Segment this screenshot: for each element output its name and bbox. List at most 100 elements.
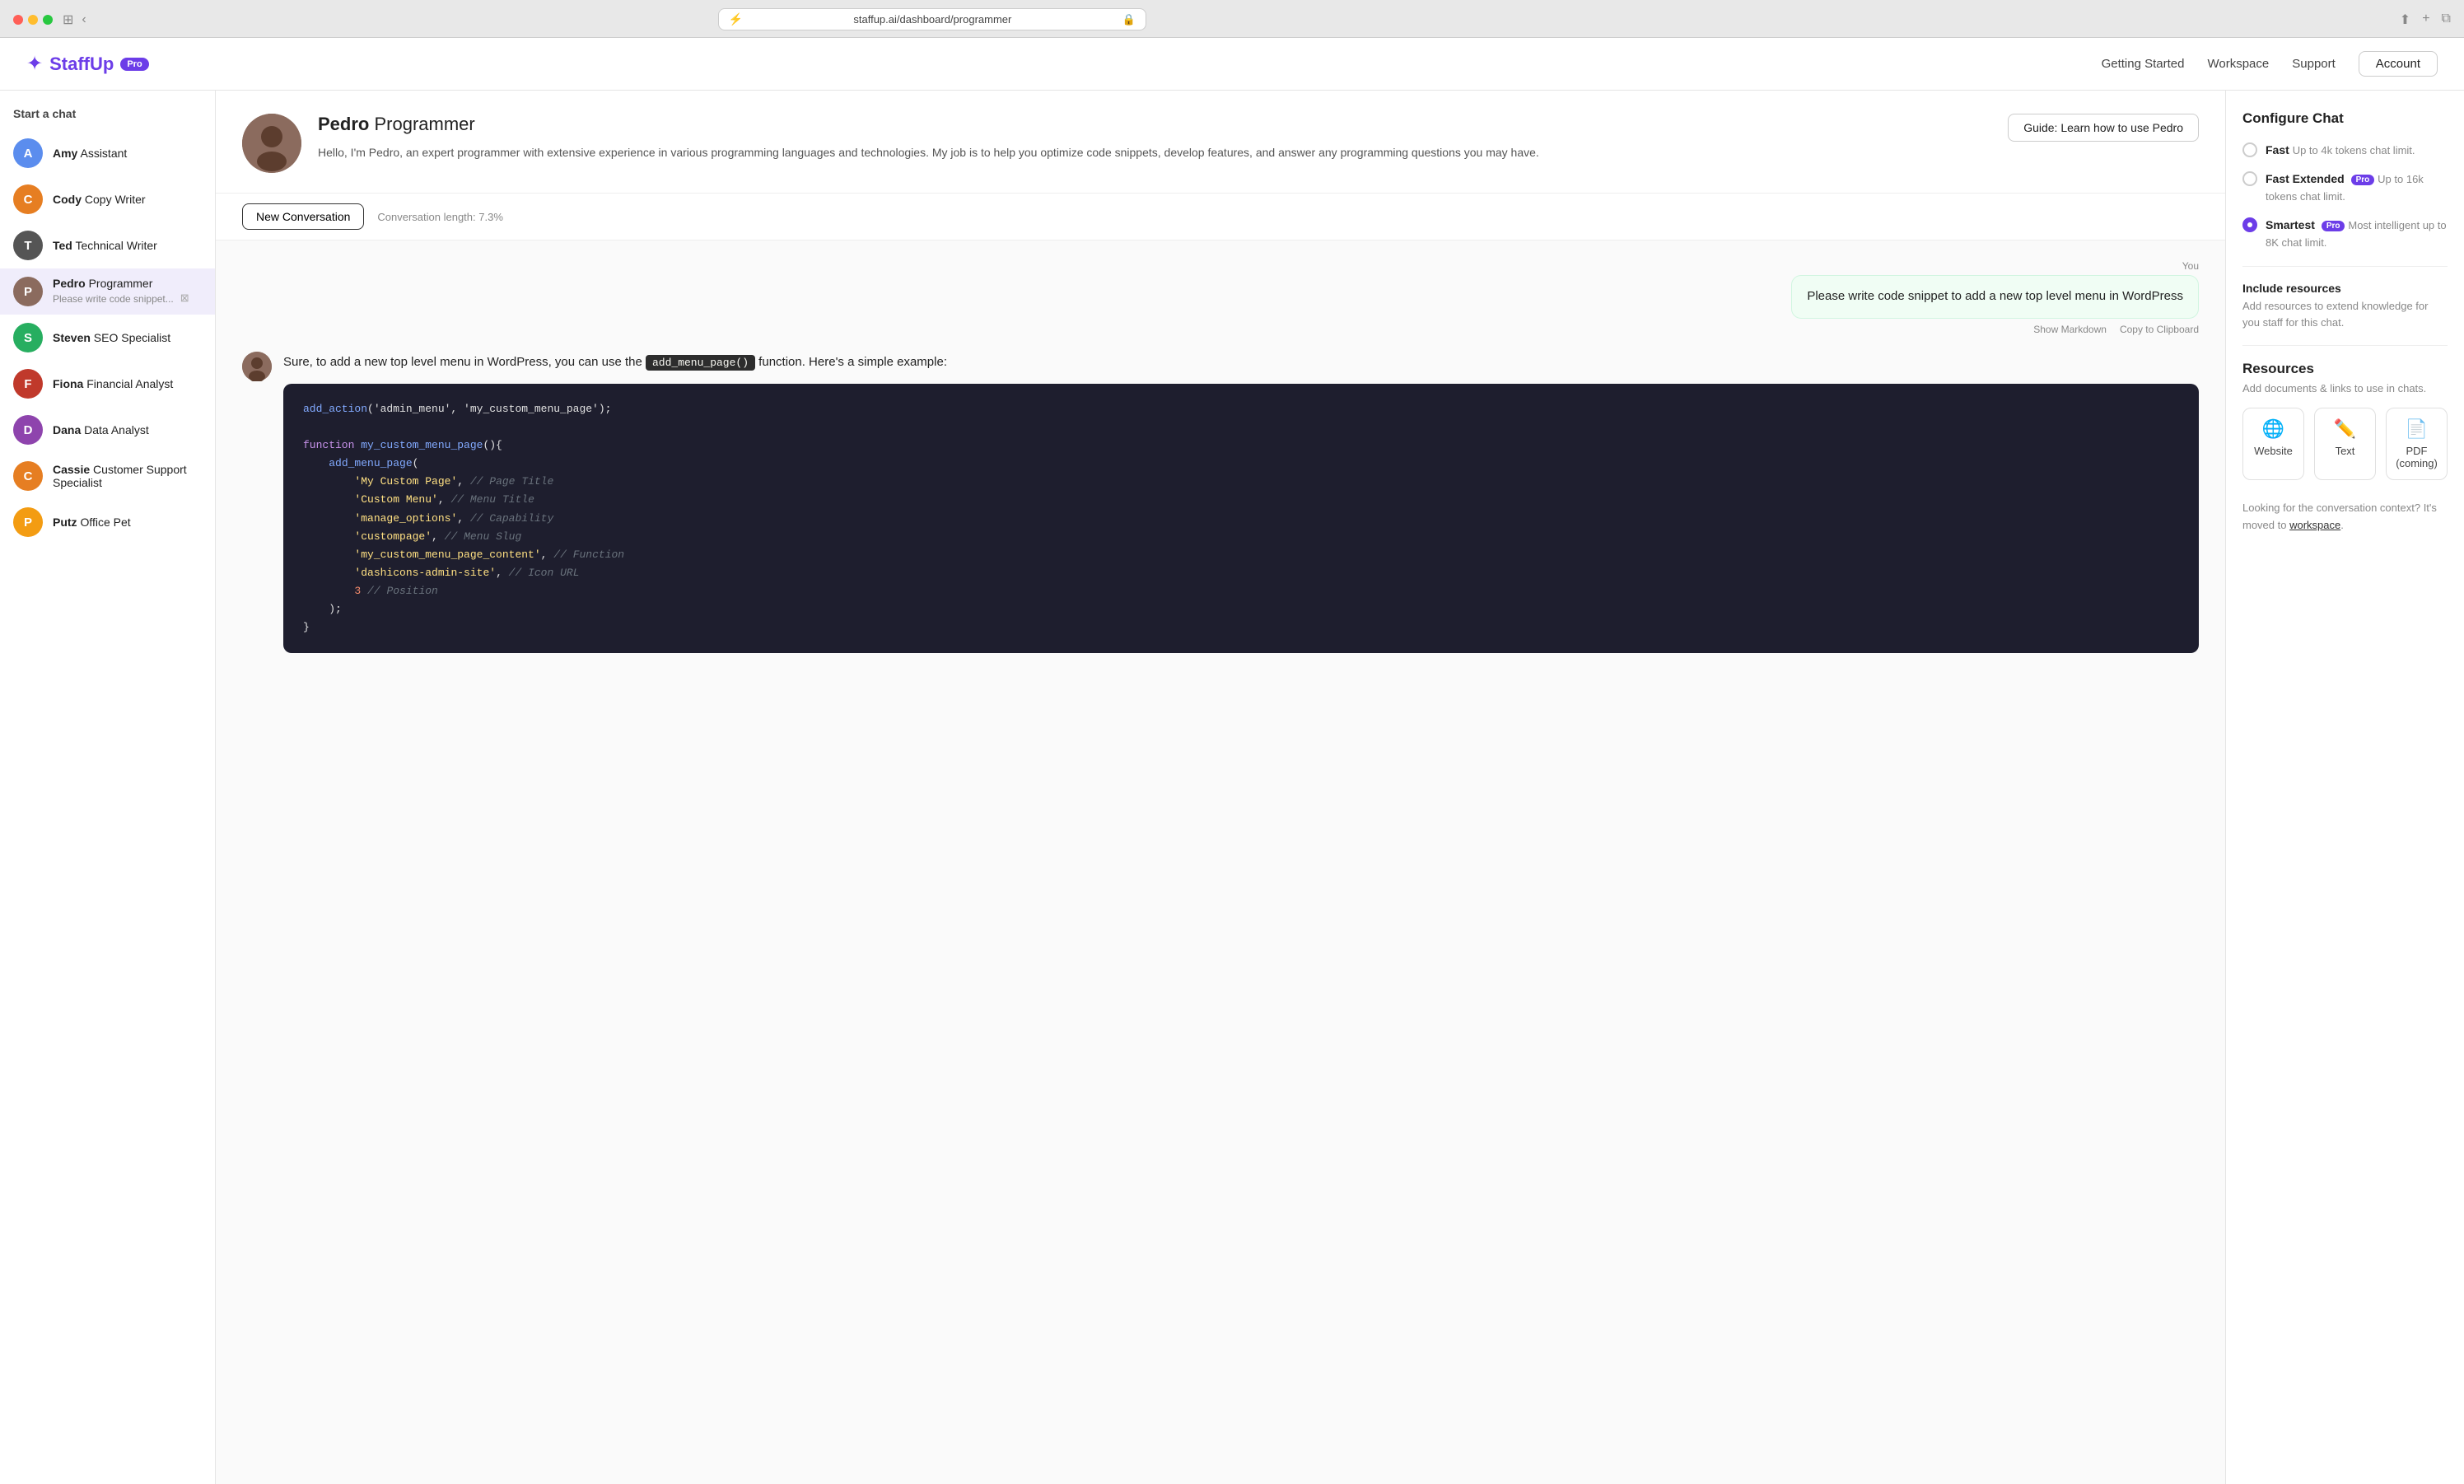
agent-info: Pedro Programmer Hello, I'm Pedro, an ex… [318,114,1991,161]
agent-guide-button[interactable]: Guide: Learn how to use Pedro [2008,114,2199,142]
radio-option-fast_extended[interactable]: Fast Extended Pro Up to 16k tokens chat … [2242,170,2448,205]
sidebar-item-text-cody: Cody Copy Writer [53,193,202,206]
sidebar-item-name-putz: Putz Office Pet [53,516,202,529]
radio-option-smartest[interactable]: Smartest Pro Most intelligent up to 8K c… [2242,217,2448,251]
nav-links: Getting Started Workspace Support Accoun… [2102,51,2438,77]
sidebar-item-cassie[interactable]: C Cassie Customer Support Specialist [0,453,215,499]
sidebar-item-text-fiona: Fiona Financial Analyst [53,377,202,390]
pdf-label: PDF (coming) [2393,445,2440,469]
sidebar-item-putz[interactable]: PPutz Office Pet [0,499,215,545]
sidebar-item-cody[interactable]: C Cody Copy Writer [0,176,215,222]
maximize-button[interactable] [43,15,53,25]
avatar-pedro: P [13,277,43,306]
workspace-link[interactable]: workspace [2289,519,2340,531]
nav-support[interactable]: Support [2292,57,2336,71]
nav-getting-started[interactable]: Getting Started [2102,57,2185,71]
sidebar-items-list: A Amy Assistant C Cody Copy Writer T Ted Tech… [0,130,215,545]
user-bubble: Please write code snippet to add a new t… [1791,275,2199,319]
back-icon[interactable]: ‹ [82,12,86,27]
messages-area: You Please write code snippet to add a n… [216,240,2225,1484]
add-tab-icon[interactable]: + [2422,12,2429,28]
avatar-cassie: C [13,461,43,491]
sidebar-item-text-cassie: Cassie Customer Support Specialist [53,463,202,489]
radio-label-fast: Fast Up to 4k tokens chat limit. [2266,142,2415,159]
avatar-fiona: F [13,369,43,399]
sidebar-item-text-pedro: Pedro ProgrammerPlease write code snippe… [53,277,202,306]
sidebar-item-text-amy: Amy Assistant [53,147,202,160]
sidebar-item-name-dana: Dana Data Analyst [53,423,202,436]
sidebar-item-amy[interactable]: A Amy Assistant [0,130,215,176]
sidebar: Start a chat A Amy Assistant C Cody Copy Wr… [0,91,216,1484]
radio-circle-fast [2242,142,2257,157]
text-label: Text [2336,445,2355,457]
message-actions: Show Markdown Copy to Clipboard [2033,324,2199,335]
close-button[interactable] [13,15,23,25]
conversation-length: Conversation length: 7.3% [377,211,502,223]
sidebar-toggle-icon[interactable]: ⊞ [63,12,73,28]
sidebar-item-text-ted: Ted Technical Writer [53,239,202,252]
sidebar-item-name-cassie: Cassie Customer Support Specialist [53,463,202,489]
logo-text: StaffUp [49,54,114,75]
agent-msg-avatar [242,352,272,381]
radio-label-fast_extended: Fast Extended Pro Up to 16k tokens chat … [2266,170,2448,205]
workspace-note-end: . [2340,519,2344,531]
avatar-cody: C [13,184,43,214]
panel-divider-1 [2242,266,2448,267]
avatar-ted: T [13,231,43,260]
show-markdown-button[interactable]: Show Markdown [2033,324,2107,335]
pro-badge: Pro [120,58,148,71]
agent-description: Hello, I'm Pedro, an expert programmer w… [318,143,1991,161]
sidebar-item-pedro[interactable]: P Pedro ProgrammerPlease write code snipp… [0,268,215,315]
right-panel: Configure Chat Fast Up to 4k tokens chat… [2225,91,2464,1484]
sidebar-item-preview-row-pedro: Please write code snippet...⊠ [53,290,202,306]
avatar-dana: D [13,415,43,445]
website-icon: 🌐 [2262,418,2284,440]
include-resources-title: Include resources [2242,282,2448,295]
agent-avatar [242,114,301,173]
radio-circle-fast_extended [2242,171,2257,186]
sidebar-item-text-steven: Steven SEO Specialist [53,331,202,344]
agent-header: Pedro Programmer Hello, I'm Pedro, an ex… [216,91,2225,194]
resource-btn-website[interactable]: 🌐 Website [2242,408,2304,480]
user-message-wrapper: You Please write code snippet to add a n… [242,260,2199,335]
nav-workspace[interactable]: Workspace [2207,57,2269,71]
avatar-amy: A [13,138,43,168]
sidebar-item-fiona[interactable]: F Fiona Financial Analyst [0,361,215,407]
logo-bold: Staff [49,54,90,74]
address-bar[interactable]: ⚡ staffup.ai/dashboard/programmer 🔒 [718,8,1146,30]
sidebar-item-text-dana: Dana Data Analyst [53,423,202,436]
sidebar-item-steven[interactable]: SSteven SEO Specialist [0,315,215,361]
logo-icon: ✦ [26,52,43,76]
minimize-button[interactable] [28,15,38,25]
sidebar-item-dana[interactable]: D Dana Data Analyst [0,407,215,453]
new-conversation-button[interactable]: New Conversation [242,203,364,230]
app-header: ✦ StaffUp Pro Getting Started Workspace … [0,38,2464,91]
inline-code: add_menu_page() [646,355,755,371]
sidebar-item-ted[interactable]: T Ted Technical Writer [0,222,215,268]
sidebar-item-name-fiona: Fiona Financial Analyst [53,377,202,390]
agent-name-bold: Pedro [318,114,369,134]
lock-icon: 🔒 [1122,13,1136,26]
resource-btn-pdf[interactable]: 📄 PDF (coming) [2386,408,2448,480]
tabs-icon[interactable]: ⧉ [2442,12,2451,28]
agent-name: Pedro Programmer [318,114,1991,135]
radio-options: Fast Up to 4k tokens chat limit. Fast Ext… [2242,142,2448,251]
agent-message-wrapper: Sure, to add a new top level menu in Wor… [242,352,2199,654]
pdf-icon: 📄 [2406,418,2428,440]
copy-clipboard-button[interactable]: Copy to Clipboard [2120,324,2199,335]
user-label: You [2182,260,2199,272]
logo-area: ✦ StaffUp Pro [26,52,149,76]
sidebar-heading: Start a chat [0,91,215,130]
traffic-lights [13,15,53,25]
sidebar-item-name-ted: Ted Technical Writer [53,239,202,252]
sidebar-item-text-putz: Putz Office Pet [53,516,202,529]
delete-conversation-icon[interactable]: ⊠ [179,290,191,306]
nav-account-button[interactable]: Account [2359,51,2438,77]
sidebar-item-name-amy: Amy Assistant [53,147,202,160]
agent-msg-content: Sure, to add a new top level menu in Wor… [283,352,2199,654]
website-label: Website [2254,445,2293,457]
agent-name-rest: Programmer [369,114,474,134]
resource-btn-text[interactable]: ✏️Text [2314,408,2376,480]
share-icon[interactable]: ⬆ [2400,12,2410,28]
radio-option-fast[interactable]: Fast Up to 4k tokens chat limit. [2242,142,2448,159]
